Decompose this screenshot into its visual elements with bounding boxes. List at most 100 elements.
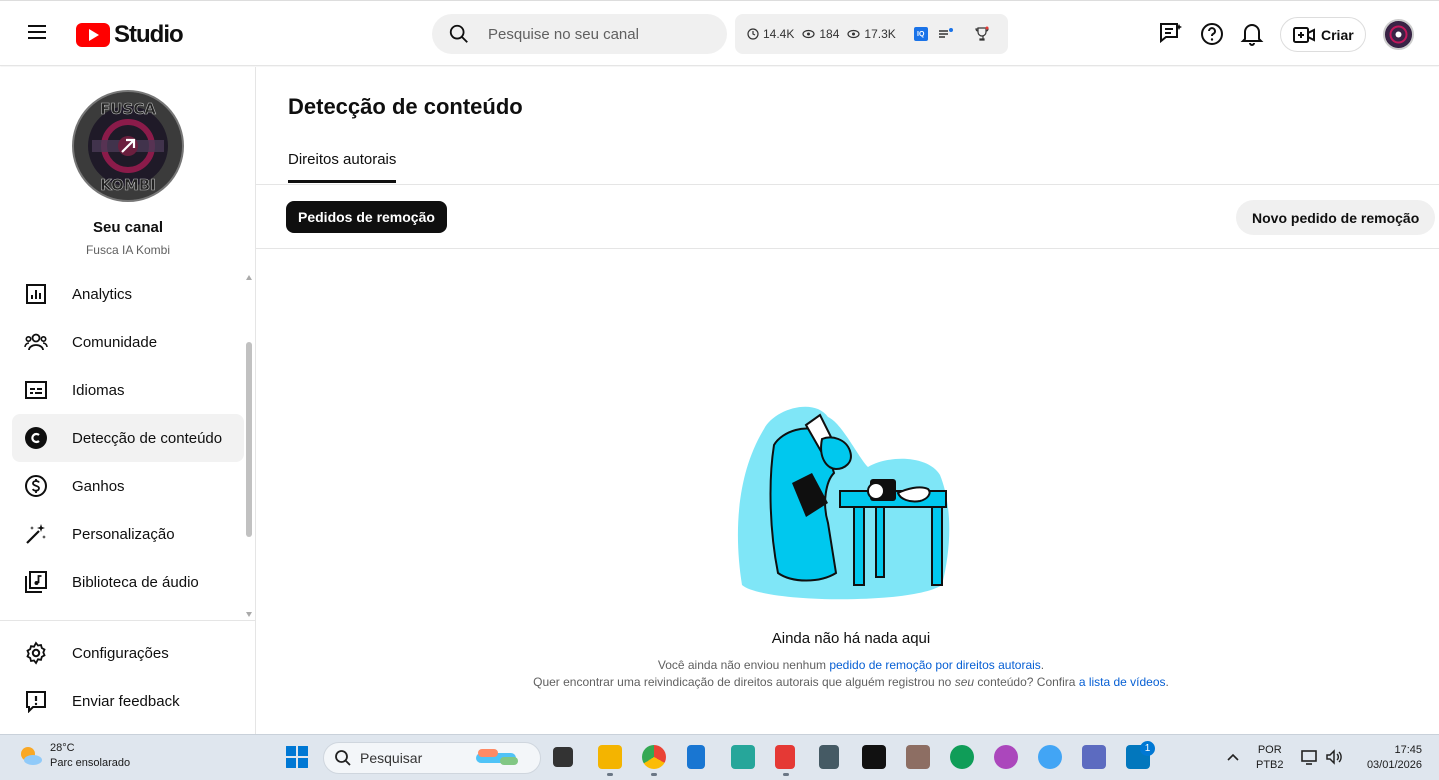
clock-icon: [747, 28, 759, 40]
scroll-up-arrow[interactable]: [246, 275, 252, 280]
keyboard-app-icon[interactable]: [731, 745, 755, 769]
audio-library-icon: [25, 571, 47, 593]
sidebar-item-label: Personalização: [72, 525, 175, 543]
page-title: Detecção de conteúdo: [288, 94, 523, 119]
views-stat: 17.3K: [847, 27, 896, 41]
capcut-icon[interactable]: [862, 745, 886, 769]
taskbar-search-label: Pesquisar: [360, 750, 423, 766]
feedback-icon: [26, 691, 46, 713]
clock-date: 03/01/2026: [1366, 759, 1422, 771]
notifications-bell-icon[interactable]: [1239, 21, 1265, 47]
edge-icon[interactable]: [950, 745, 974, 769]
teams-icon[interactable]: [1082, 745, 1106, 769]
subtitles-icon: [25, 381, 47, 399]
search-highlight-icon: [476, 749, 519, 765]
sidebar-item-label: Enviar feedback: [72, 692, 180, 710]
comments-icon[interactable]: [1158, 21, 1184, 47]
sidebar-item-feedback[interactable]: Enviar feedback: [12, 677, 244, 725]
sidebar-item-label: Idiomas: [72, 381, 125, 399]
chevron-up-icon[interactable]: [1226, 752, 1240, 762]
hamburger-menu-icon[interactable]: [22, 21, 54, 47]
views-value: 17.3K: [864, 27, 896, 41]
svg-text:FUSCA: FUSCA: [100, 100, 156, 118]
copyright-removal-request-link[interactable]: pedido de remoção por direitos autorais: [829, 658, 1040, 672]
top-bar: Studio 14.4K 184 17.3K IQ: [0, 0, 1439, 66]
help-icon[interactable]: [1199, 21, 1225, 47]
copilot-icon[interactable]: [994, 745, 1018, 769]
subscribers-stat: 184: [802, 27, 839, 41]
svg-text:KOMBI: KOMBI: [100, 176, 156, 194]
windows-taskbar: 28°C Parc ensolarado Pesquisar 1 POR PTB…: [0, 734, 1439, 780]
sidebar-item-content-detection[interactable]: Detecção de conteúdo: [12, 414, 244, 462]
sidebar-item-analytics[interactable]: Analytics: [12, 270, 244, 318]
account-avatar[interactable]: [1383, 19, 1414, 50]
channel-avatar[interactable]: FUSCA KOMBI: [72, 90, 184, 202]
windows-start-icon[interactable]: [285, 745, 309, 769]
new-removal-request-button[interactable]: Novo pedido de remoção: [1236, 200, 1436, 235]
notepad-icon[interactable]: [687, 745, 705, 769]
main-content: Detecção de conteúdo Direitos autorais P…: [256, 67, 1439, 734]
running-indicator: [607, 773, 613, 776]
calculator-icon[interactable]: [819, 745, 839, 769]
chrome-icon[interactable]: [642, 745, 666, 769]
watch-hours-stat: 14.4K: [747, 27, 794, 41]
empty-line-1-suffix: .: [1040, 658, 1045, 672]
video-list-link[interactable]: a lista de vídeos: [1079, 675, 1166, 689]
trophy-icon[interactable]: [974, 26, 990, 42]
sidebar-item-settings[interactable]: Configurações: [12, 629, 244, 677]
tab-copyright[interactable]: Direitos autorais: [288, 151, 397, 183]
temperature: 28°C: [50, 742, 75, 754]
clock-time: 17:45: [1394, 744, 1422, 756]
sidebar-divider: [0, 620, 256, 621]
dollar-icon: [25, 475, 47, 497]
empty-state-line-1: Você ainda não enviou nenhum pedido de r…: [256, 658, 1439, 672]
logo-text: Studio: [114, 21, 184, 48]
channel-search[interactable]: [432, 14, 727, 54]
video-plus-icon: [1293, 26, 1315, 43]
weather-widget[interactable]: 28°C Parc ensolarado: [16, 741, 130, 771]
subscribers-value: 184: [819, 27, 840, 41]
studio-logo[interactable]: Studio: [76, 21, 184, 49]
input-language[interactable]: POR PTB2: [1256, 743, 1284, 773]
taskbar-search[interactable]: Pesquisar: [323, 742, 541, 774]
tabs-divider: [256, 184, 1439, 185]
create-button[interactable]: Criar: [1280, 17, 1366, 52]
youtube-play-icon: [76, 23, 110, 47]
sidebar-item-label: Ganhos: [72, 477, 125, 495]
gear-icon: [26, 641, 46, 665]
search-icon: [335, 750, 351, 766]
sidebar-item-label: Detecção de conteúdo: [72, 429, 223, 447]
sidebar-item-community[interactable]: Comunidade: [12, 318, 244, 366]
empty-state-line-2: Quer encontrar uma reivindicação de dire…: [256, 675, 1439, 689]
iq-extension-icon[interactable]: IQ: [913, 27, 928, 41]
sidebar-item-languages[interactable]: Idiomas: [12, 366, 244, 414]
sidebar: FUSCA KOMBI Seu canal Fusca IA Kombi Ana…: [0, 67, 256, 734]
search-input[interactable]: [488, 23, 708, 45]
channel-name: Fusca IA Kombi: [85, 243, 171, 257]
sidebar-nav: Analytics Comunidade Idiomas Detecção de…: [12, 270, 244, 606]
sidebar-scrollbar[interactable]: [246, 342, 252, 537]
channel-stats-widget[interactable]: 14.4K 184 17.3K IQ: [735, 14, 1008, 54]
removal-requests-chip[interactable]: Pedidos de remoção: [286, 201, 447, 233]
sidebar-item-audio-library[interactable]: Biblioteca de áudio: [12, 558, 244, 606]
sidebar-item-customization[interactable]: Personalização: [12, 510, 244, 558]
partly-sunny-icon: [21, 747, 42, 765]
empty-state-title: Ainda não há nada aqui: [771, 630, 931, 647]
clock[interactable]: 17:45 03/01/2026: [1358, 743, 1422, 773]
store-badge: 1: [1140, 741, 1155, 756]
sidebar-bottom-nav: Configurações Enviar feedback: [12, 629, 244, 725]
scroll-down-arrow[interactable]: [246, 612, 252, 617]
sidebar-item-earnings[interactable]: Ganhos: [12, 462, 244, 510]
task-view-icon[interactable]: [553, 747, 573, 767]
search-icon: [449, 24, 468, 43]
snipping-tool-icon[interactable]: [775, 745, 795, 769]
file-explorer-icon[interactable]: [598, 745, 622, 769]
keyboard-layout: PTB2: [1256, 759, 1284, 771]
channel-title[interactable]: Seu canal: [0, 219, 256, 236]
gimp-icon[interactable]: [906, 745, 930, 769]
network-icon[interactable]: [1300, 747, 1320, 767]
volume-icon[interactable]: [1324, 747, 1344, 767]
analytics-icon: [26, 284, 46, 304]
photos-icon[interactable]: [1038, 745, 1062, 769]
list-notification-icon[interactable]: [938, 27, 954, 41]
